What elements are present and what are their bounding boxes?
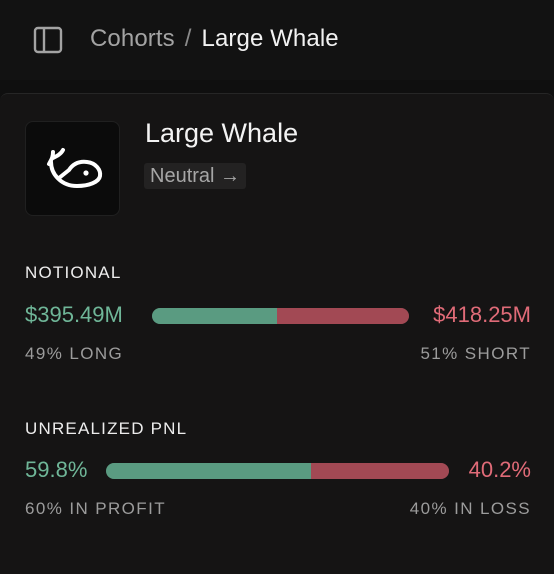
pnl-loss-segment	[311, 463, 449, 479]
sidebar-toggle-button[interactable]	[33, 25, 63, 55]
pnl-profit-segment	[106, 463, 312, 479]
notional-short-segment	[276, 308, 409, 324]
sentiment-link[interactable]: Neutral →	[144, 163, 247, 189]
top-header: Cohorts / Large Whale	[0, 0, 554, 80]
notional-short-value: $418.25M	[433, 302, 531, 327]
cohort-avatar	[25, 121, 120, 216]
pnl-bar	[106, 463, 449, 479]
pnl-loss-label: 40% IN LOSS	[409, 499, 531, 518]
notional-long-pct: 49% LONG	[25, 344, 124, 363]
cohort-card: Large Whale Neutral → NOTIONAL $395.49M …	[0, 93, 554, 574]
whale-icon	[46, 147, 102, 188]
notional-short-pct: 51% SHORT	[420, 344, 531, 363]
notional-bar	[152, 308, 409, 324]
sidebar-panel-icon	[33, 26, 63, 54]
cohort-name: Large Whale	[145, 118, 299, 148]
breadcrumb-separator: /	[184, 25, 192, 52]
pnl-profit-value: 59.8%	[25, 457, 88, 482]
breadcrumb-cohorts-link[interactable]: Cohorts	[90, 25, 175, 53]
notional-long-value: $395.49M	[25, 302, 123, 327]
pnl-label: UNREALIZED PNL	[25, 419, 188, 438]
breadcrumb-current: Large Whale	[201, 25, 339, 52]
notional-label: NOTIONAL	[25, 263, 122, 282]
pnl-loss-value: 40.2%	[468, 457, 531, 482]
notional-long-segment	[152, 308, 277, 324]
pnl-profit-label: 60% IN PROFIT	[25, 499, 167, 518]
breadcrumb: Cohorts / Large Whale	[90, 22, 339, 56]
